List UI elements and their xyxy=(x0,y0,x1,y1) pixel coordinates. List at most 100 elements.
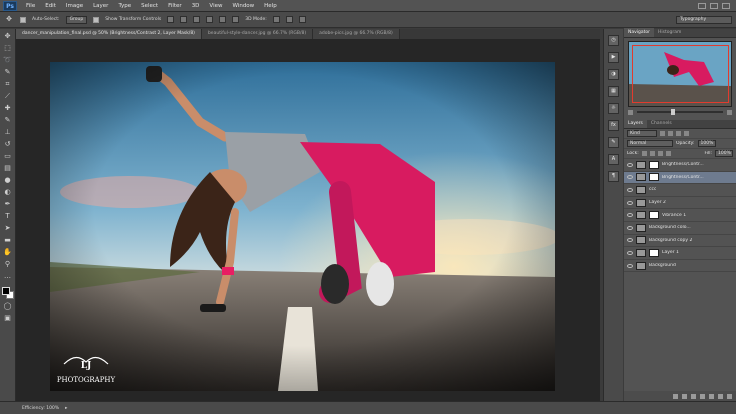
layer-row[interactable]: ccc xyxy=(624,184,736,197)
tab-channels[interactable]: Channels xyxy=(647,119,676,128)
maximize-icon[interactable] xyxy=(710,2,718,9)
minimize-icon[interactable] xyxy=(698,2,706,9)
visibility-eye-icon[interactable] xyxy=(627,263,633,268)
menu-3d[interactable]: 3D xyxy=(187,3,205,9)
auto-select-dropdown[interactable]: Group xyxy=(65,15,88,24)
lock-position-icon[interactable] xyxy=(657,151,663,156)
document-tab[interactable]: dancer_manipulation_final.psd @ 50% (Bri… xyxy=(16,29,202,39)
layer-row[interactable]: Background colo... xyxy=(624,222,736,235)
menu-select[interactable]: Select xyxy=(136,3,163,9)
layer-row[interactable]: Vibrance 1 xyxy=(624,209,736,222)
layer-row[interactable]: Layer 2 xyxy=(624,197,736,210)
zoom-in-icon[interactable] xyxy=(727,109,732,115)
layer-mask-thumbnail[interactable] xyxy=(649,173,659,182)
hand-icon[interactable]: ✋ xyxy=(3,248,13,257)
zoom-slider-thumb[interactable] xyxy=(671,109,676,115)
visibility-eye-icon[interactable] xyxy=(627,213,633,218)
workspace-dropdown[interactable]: Typography xyxy=(676,15,732,24)
visibility-eye-icon[interactable] xyxy=(627,225,633,230)
close-icon[interactable] xyxy=(722,2,730,9)
move-tool-icon[interactable]: ✥ xyxy=(4,15,14,24)
healing-brush-icon[interactable]: ✚ xyxy=(3,104,13,113)
swatches-icon[interactable]: ▦ xyxy=(608,86,619,97)
layer-mask-thumbnail[interactable] xyxy=(649,248,659,257)
visibility-eye-icon[interactable] xyxy=(627,250,633,255)
fill-input[interactable]: 100% xyxy=(715,150,733,157)
align-center-icon[interactable] xyxy=(219,16,227,23)
navigator-view-box[interactable] xyxy=(632,45,729,103)
document-tab[interactable]: adobe-pics.jpg @ 66.7% (RGB/8) xyxy=(313,29,400,39)
menu-filter[interactable]: Filter xyxy=(163,3,187,9)
quick-mask-icon[interactable]: ◯ xyxy=(3,302,13,311)
brush-icon[interactable]: ✎ xyxy=(3,116,13,125)
type-icon[interactable]: T xyxy=(3,212,13,221)
layer-filter-dropdown[interactable]: Kind xyxy=(627,130,657,137)
link-layers-icon[interactable] xyxy=(673,393,678,399)
path-select-icon[interactable]: ➤ xyxy=(3,224,13,233)
screen-mode-icon[interactable]: ▣ xyxy=(3,314,13,323)
lasso-icon[interactable]: ➰ xyxy=(3,56,13,65)
new-group-icon[interactable] xyxy=(709,393,714,399)
visibility-eye-icon[interactable] xyxy=(627,162,633,167)
layer-row[interactable]: Layer 1 xyxy=(624,247,736,260)
actions-icon[interactable]: ▶ xyxy=(608,52,619,63)
layer-style-icon[interactable] xyxy=(682,393,687,399)
3d-rotate-icon[interactable] xyxy=(272,16,280,23)
layer-row[interactable]: Background xyxy=(624,260,736,273)
history-icon[interactable]: ◷ xyxy=(608,35,619,46)
zoom-icon[interactable]: ⚲ xyxy=(3,260,13,269)
layer-mask-thumbnail[interactable] xyxy=(649,211,659,220)
foreground-color[interactable] xyxy=(1,287,10,295)
crop-icon[interactable]: ⌗ xyxy=(3,80,13,89)
menu-file[interactable]: File xyxy=(21,3,40,9)
blur-icon[interactable]: ● xyxy=(3,176,13,185)
marquee-icon[interactable]: ⬚ xyxy=(3,44,13,53)
character-icon[interactable]: A xyxy=(608,154,619,165)
filter-shape-icon[interactable] xyxy=(684,131,689,136)
move-icon[interactable]: ✥ xyxy=(3,32,13,41)
history-brush-icon[interactable]: ↺ xyxy=(3,140,13,149)
styles-icon[interactable]: fx xyxy=(608,120,619,131)
add-mask-icon[interactable] xyxy=(691,393,696,399)
new-layer-icon[interactable] xyxy=(718,393,723,399)
color-icon[interactable]: ◑ xyxy=(608,69,619,80)
visibility-eye-icon[interactable] xyxy=(627,175,633,180)
trash-icon[interactable] xyxy=(727,393,732,399)
color-swatches[interactable] xyxy=(1,287,14,299)
paragraph-icon[interactable]: ¶ xyxy=(608,171,619,182)
document-tab[interactable]: beautiful-style-dancer.jpg @ 66.7% (RGB/… xyxy=(201,29,314,39)
align-left-icon[interactable] xyxy=(206,16,214,23)
menu-view[interactable]: View xyxy=(204,3,227,9)
visibility-eye-icon[interactable] xyxy=(627,187,633,192)
lock-image-icon[interactable] xyxy=(649,151,655,156)
align-bottom-icon[interactable] xyxy=(193,16,201,23)
tab-histogram[interactable]: Histogram xyxy=(654,28,685,37)
3d-roll-icon[interactable] xyxy=(285,16,293,23)
layer-row[interactable]: Background copy 2 xyxy=(624,235,736,248)
align-right-icon[interactable] xyxy=(232,16,240,23)
zoom-slider[interactable] xyxy=(637,109,723,115)
menu-help[interactable]: Help xyxy=(259,3,282,9)
menu-edit[interactable]: Edit xyxy=(40,3,61,9)
document-image[interactable] xyxy=(50,62,555,391)
more-tools-icon[interactable]: … xyxy=(3,272,13,281)
menu-type[interactable]: Type xyxy=(113,3,136,9)
tab-layers[interactable]: Layers xyxy=(624,119,647,128)
menu-image[interactable]: Image xyxy=(61,3,88,9)
filter-adjustment-icon[interactable] xyxy=(668,131,673,136)
new-adjustment-icon[interactable] xyxy=(700,393,705,399)
menu-layer[interactable]: Layer xyxy=(88,3,113,9)
align-top-icon[interactable] xyxy=(167,16,175,23)
dodge-icon[interactable]: ◐ xyxy=(3,188,13,197)
layer-row[interactable]: Brightness/Contr... xyxy=(624,159,736,172)
eyedropper-icon[interactable]: ⟋ xyxy=(3,92,13,101)
gradient-icon[interactable]: ▤ xyxy=(3,164,13,173)
lock-transparent-icon[interactable] xyxy=(641,151,647,156)
eraser-icon[interactable]: ▭ xyxy=(3,152,13,161)
zoom-out-icon[interactable] xyxy=(628,109,633,115)
layer-mask-thumbnail[interactable] xyxy=(649,160,659,169)
menu-window[interactable]: Window xyxy=(227,3,259,9)
visibility-eye-icon[interactable] xyxy=(627,200,633,205)
visibility-eye-icon[interactable] xyxy=(627,238,633,243)
layer-row[interactable]: Brightness/Contr... xyxy=(624,171,736,185)
